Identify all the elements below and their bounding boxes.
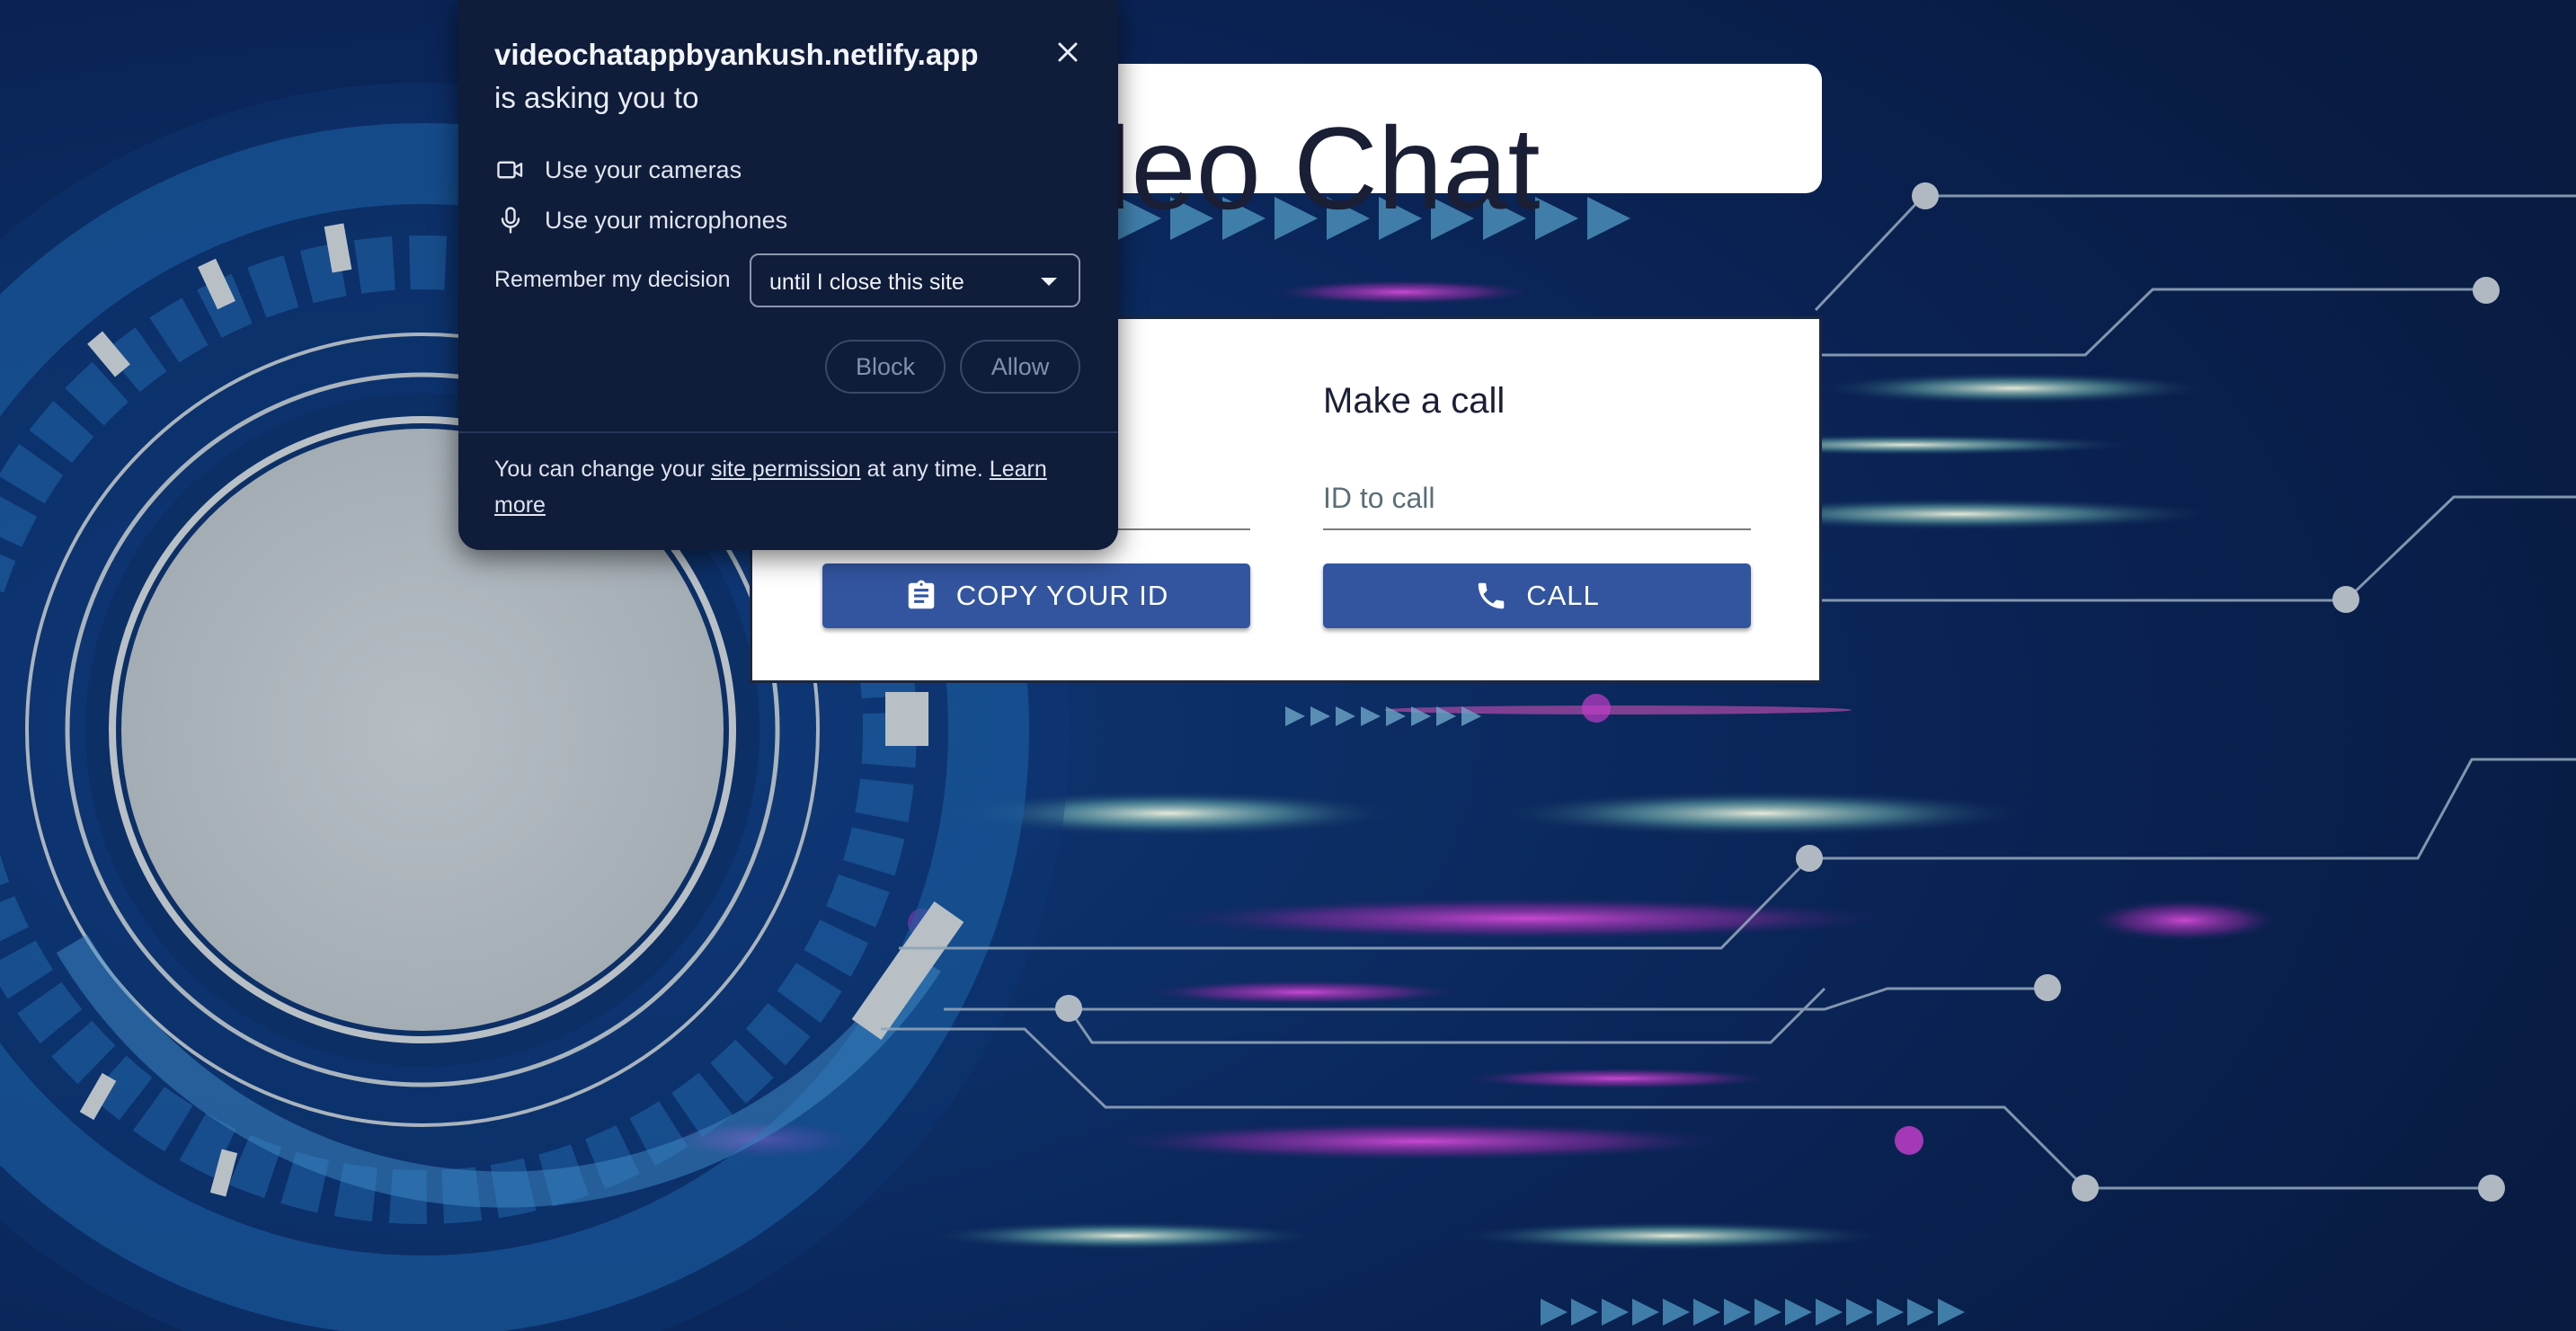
popup-site: videochatappbyankush.netlify.app [494, 38, 979, 71]
remember-label: Remember my decision [494, 267, 731, 292]
permission-microphone: Use your microphones [494, 202, 787, 238]
permission-microphone-label: Use your microphones [545, 206, 788, 234]
camera-icon [497, 161, 523, 179]
popup-asking: is asking you to [494, 81, 699, 114]
phone-icon [1478, 582, 1505, 609]
footer-prefix: You can change your [494, 457, 711, 482]
block-button[interactable]: Block [825, 340, 946, 394]
permission-popup: videochatappbyankush.netlify.app is aski… [458, 0, 1118, 550]
app-title: deo Chat [1066, 102, 1541, 234]
popup-footer: You can change your site permission at a… [494, 451, 1088, 523]
id-to-call-placeholder: ID to call [1323, 482, 1435, 514]
clipboard-icon [908, 580, 934, 609]
allow-button[interactable]: Allow [960, 340, 1080, 394]
call-label: CALL [1526, 580, 1600, 611]
chevron-down-icon [1041, 278, 1057, 286]
call-button[interactable]: CALL [1323, 563, 1751, 628]
id-to-call-input[interactable]: ID to call [1323, 476, 1751, 530]
close-icon[interactable] [1052, 36, 1084, 68]
copy-id-label: COPY YOUR ID [955, 580, 1169, 611]
microphone-icon [501, 207, 520, 234]
remember-select-value: until I close this site [769, 270, 964, 295]
footer-middle: at any time. [860, 457, 990, 482]
site-permission-link[interactable]: site permission [711, 457, 861, 482]
popup-divider [458, 431, 1118, 433]
remember-select[interactable]: until I close this site [750, 253, 1080, 307]
copy-id-button[interactable]: COPY YOUR ID [822, 563, 1250, 628]
permission-camera-label: Use your cameras [545, 155, 742, 183]
permission-camera: Use your cameras [494, 152, 742, 188]
make-call-heading: Make a call [1323, 381, 1506, 421]
